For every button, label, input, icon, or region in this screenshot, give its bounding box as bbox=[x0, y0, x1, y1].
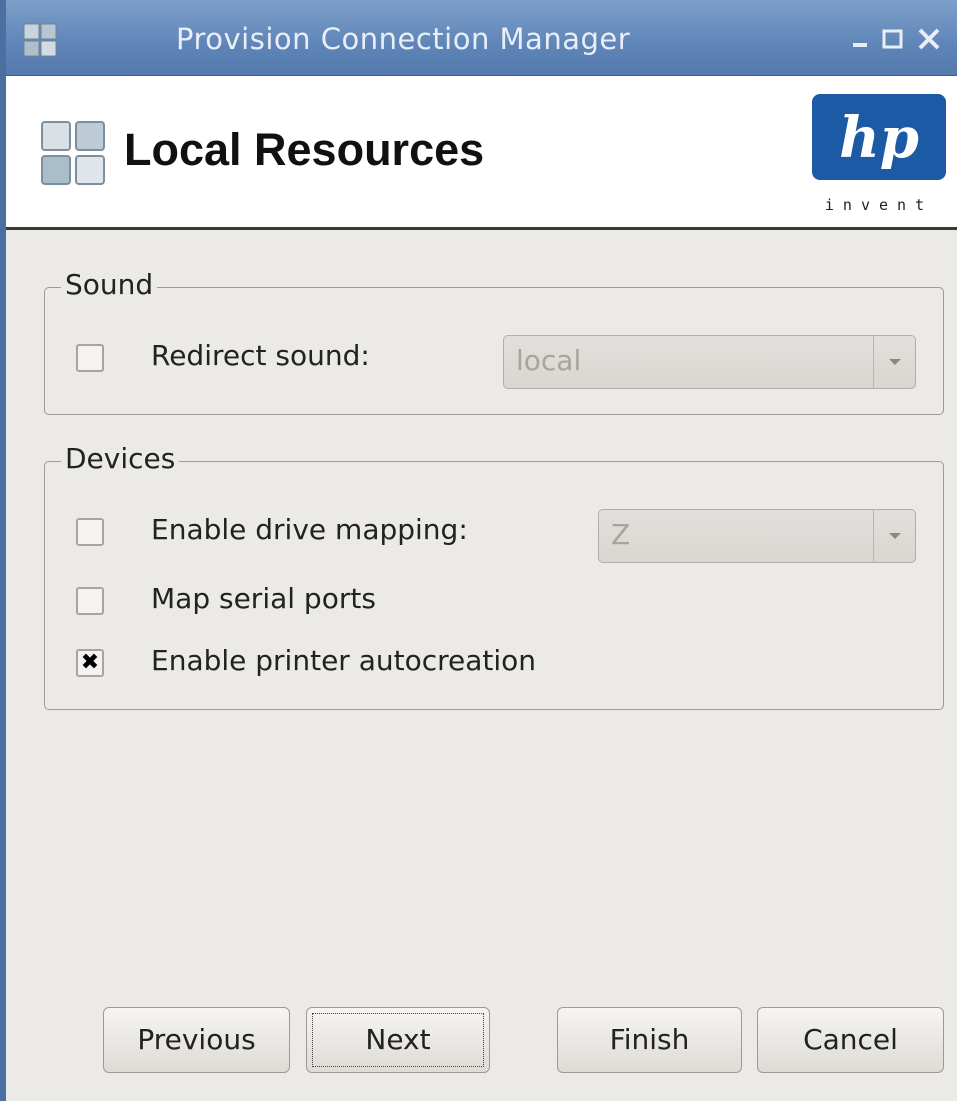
minimize-icon[interactable] bbox=[849, 26, 875, 52]
focus-ring bbox=[312, 1013, 484, 1067]
printer-autocreation-label: Enable printer autocreation bbox=[151, 644, 537, 677]
next-button[interactable]: Next bbox=[306, 1007, 490, 1073]
sound-group: Sound ✖ Redirect sound: local bbox=[44, 268, 944, 415]
page-header: Local Resources hp invent bbox=[6, 76, 957, 230]
devices-group: Devices ✖ Enable drive mapping: Z ✖ Map … bbox=[44, 442, 944, 710]
hp-logo: hp invent bbox=[812, 94, 946, 214]
drive-mapping-checkbox[interactable]: ✖ bbox=[76, 518, 104, 546]
close-icon[interactable] bbox=[916, 26, 942, 52]
svg-text:hp: hp bbox=[839, 105, 919, 171]
page-title: Local Resources bbox=[124, 124, 485, 175]
drive-letter-dropdown[interactable]: Z bbox=[598, 509, 916, 563]
drive-mapping-label: Enable drive mapping: bbox=[151, 513, 468, 546]
provision-connection-manager-window: Provision Connection Manager Local Resou… bbox=[0, 0, 957, 1101]
sound-mode-dropdown[interactable]: local bbox=[503, 335, 916, 389]
previous-button[interactable]: Previous bbox=[103, 1007, 290, 1073]
app-icon bbox=[23, 23, 57, 57]
chevron-down-icon[interactable] bbox=[873, 510, 915, 562]
maximize-icon[interactable] bbox=[880, 26, 906, 52]
sound-legend: Sound bbox=[61, 268, 158, 301]
printer-autocreation-checkbox[interactable]: ✖ bbox=[76, 649, 104, 677]
svg-text:invent: invent bbox=[825, 196, 933, 214]
serial-ports-label: Map serial ports bbox=[151, 582, 376, 615]
title-bar[interactable]: Provision Connection Manager bbox=[6, 0, 957, 76]
redirect-sound-label: Redirect sound: bbox=[151, 339, 370, 372]
serial-ports-checkbox[interactable]: ✖ bbox=[76, 587, 104, 615]
cancel-button[interactable]: Cancel bbox=[757, 1007, 944, 1073]
finish-button[interactable]: Finish bbox=[557, 1007, 742, 1073]
devices-legend: Devices bbox=[61, 442, 180, 475]
sound-mode-value: local bbox=[516, 344, 582, 377]
redirect-sound-checkbox[interactable]: ✖ bbox=[76, 344, 104, 372]
chevron-down-icon[interactable] bbox=[873, 336, 915, 388]
drive-letter-value: Z bbox=[611, 518, 631, 551]
check-mark-icon: ✖ bbox=[80, 650, 100, 675]
local-resources-icon bbox=[41, 121, 105, 185]
window-title: Provision Connection Manager bbox=[176, 22, 631, 56]
